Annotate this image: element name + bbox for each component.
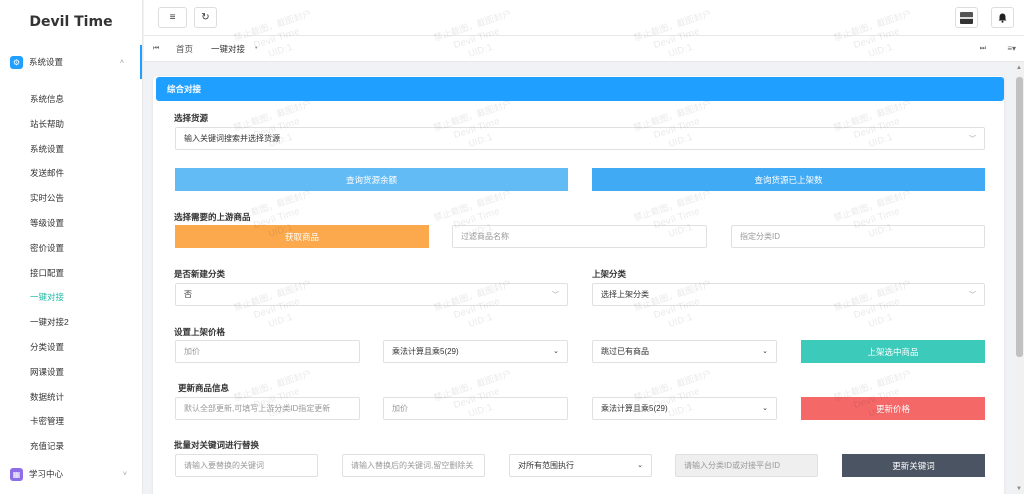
tabs-prev-icon[interactable]: ⏮: [153, 45, 159, 53]
source-label: 选择货源: [174, 113, 209, 123]
keyword-find-input[interactable]: [175, 454, 318, 477]
scroll-down-icon[interactable]: ▼: [1016, 486, 1022, 492]
upstream-label: 选择需要的上游商品: [174, 212, 251, 222]
update-label: 更新商品信息: [178, 383, 230, 393]
keyword-replace-input[interactable]: [342, 454, 485, 477]
avatar-image: [960, 11, 973, 24]
shelf-category-select[interactable]: 选择上架分类 ﹀: [592, 283, 985, 306]
keyword-scope-value: 对所有范围执行: [518, 461, 574, 470]
sidebar-item-system-info[interactable]: 系统信息: [0, 87, 142, 112]
chevron-down-icon: ﹀: [969, 292, 976, 299]
refresh-button[interactable]: ↻: [194, 7, 217, 28]
sidebar-item-one-click-dock-2[interactable]: 一键对接2: [0, 310, 142, 335]
sidebar-item-one-click-dock[interactable]: 一键对接: [0, 285, 142, 310]
menu-toggle-button[interactable]: ≡: [158, 7, 187, 28]
existing-goods-value: 跳过已有商品: [601, 347, 649, 356]
sidebar-item-announcement[interactable]: 实时公告: [0, 186, 142, 211]
tabs-next-icon[interactable]: ⏭: [980, 45, 986, 53]
update-price-button[interactable]: 更新价格: [801, 397, 985, 420]
shelve-selected-button[interactable]: 上架选中商品: [801, 340, 985, 363]
query-balance-button[interactable]: 查询货源余额: [175, 168, 568, 191]
sidebar-item-category-settings[interactable]: 分类设置: [0, 335, 142, 360]
tab-close-icon[interactable]: •: [255, 45, 257, 52]
update-keywords-button[interactable]: 更新关键词: [842, 454, 985, 477]
tab-home[interactable]: 首页: [176, 43, 193, 55]
shelf-category-label: 上架分类: [592, 269, 627, 279]
gear-icon: ⚙: [10, 55, 23, 69]
keywords-label: 批量对关键词进行替换: [174, 440, 260, 450]
sidebar-item-course-settings[interactable]: 网课设置: [0, 360, 142, 385]
update-method-value: 乘法计算且乘5(29): [601, 404, 668, 413]
page-scrollbar[interactable]: ▲ ▼: [1015, 62, 1024, 494]
chevron-down-icon: ⌄: [553, 348, 559, 355]
new-category-label: 是否新建分类: [174, 269, 226, 279]
update-ids-input[interactable]: [175, 397, 360, 420]
tabs-bar: ⏮ 首页 一键对接 • ⏭ ≡▾: [144, 36, 1024, 62]
tab-one-click-dock[interactable]: 一键对接: [211, 43, 245, 55]
avatar[interactable]: [955, 7, 978, 28]
menu-group-system-settings[interactable]: ⚙ 系统设置 ˄: [0, 45, 142, 79]
sidebar-item-recharge-records[interactable]: 充值记录: [0, 434, 142, 459]
chevron-down-icon: ﹀: [552, 292, 559, 299]
scroll-up-icon[interactable]: ▲: [1016, 65, 1022, 71]
hamburger-icon: ≡: [169, 12, 176, 23]
price-label: 设置上架价格: [174, 327, 226, 337]
chevron-down-icon: ⌄: [637, 462, 643, 469]
submenu-system: 系统信息 站长帮助 系统设置 发送邮件 实时公告 等级设置 密价设置 接口配置 …: [0, 79, 142, 459]
top-header: ≡ ↻: [144, 0, 1024, 36]
chevron-down-icon: ﹀: [969, 136, 976, 143]
sidebar-item-card-management[interactable]: 卡密管理: [0, 409, 142, 434]
price-method-select[interactable]: 乘法计算且乘5(29) ⌄: [383, 340, 568, 363]
panel-title: 综合对接: [156, 77, 1004, 101]
sidebar-item-level-settings[interactable]: 等级设置: [0, 211, 142, 236]
sidebar-item-api-config[interactable]: 接口配置: [0, 261, 142, 286]
update-method-select[interactable]: 乘法计算且乘5(29) ⌄: [592, 397, 777, 420]
sidebar-item-send-email[interactable]: 发送邮件: [0, 161, 142, 186]
source-select-value: 输入关键词搜索并选择货源: [184, 134, 280, 143]
new-category-value: 否: [184, 290, 192, 299]
category-id-input[interactable]: [731, 225, 985, 248]
update-markup-input[interactable]: [383, 397, 568, 420]
filter-goods-input[interactable]: [452, 225, 707, 248]
chevron-down-icon: ⌄: [762, 348, 768, 355]
notification-button[interactable]: [991, 7, 1014, 28]
chevron-down-icon: ⌄: [762, 405, 768, 412]
scrollbar-thumb[interactable]: [1016, 77, 1023, 357]
source-select[interactable]: 输入关键词搜索并选择货源 ﹀: [175, 127, 985, 150]
sidebar-item-admin-help[interactable]: 站长帮助: [0, 112, 142, 137]
price-method-value: 乘法计算且乘5(29): [392, 347, 459, 356]
chevron-down-icon: ˅: [122, 470, 127, 478]
main-panel: 综合对接 选择货源 输入关键词搜索并选择货源 ﹀ 查询货源余额 查询货源已上架数…: [153, 76, 1004, 494]
sidebar-item-system-settings[interactable]: 系统设置: [0, 137, 142, 162]
menu-group-learning-center[interactable]: ▦ 学习中心 ˅: [0, 457, 143, 491]
refresh-icon: ↻: [201, 12, 210, 23]
shelf-category-value: 选择上架分类: [601, 290, 649, 299]
chevron-up-icon: ˄: [119, 58, 124, 66]
menu-group-label: 学习中心: [29, 469, 64, 479]
menu-group-label: 系统设置: [29, 57, 64, 67]
sidebar: Devil Time ⚙ 系统设置 ˄ 系统信息 站长帮助 系统设置 发送邮件 …: [0, 0, 143, 494]
bell-icon: [998, 13, 1007, 23]
grid-icon: ▦: [10, 467, 23, 481]
keyword-scope-select[interactable]: 对所有范围执行 ⌄: [509, 454, 652, 477]
keyword-ids-input[interactable]: [675, 454, 818, 477]
sidebar-item-statistics[interactable]: 数据统计: [0, 385, 142, 410]
existing-goods-select[interactable]: 跳过已有商品 ⌄: [592, 340, 777, 363]
query-listed-button[interactable]: 查询货源已上架数: [592, 168, 985, 191]
brand-title: Devil Time: [29, 14, 113, 30]
fetch-goods-button[interactable]: 获取商品: [175, 225, 429, 248]
sidebar-item-secret-price[interactable]: 密价设置: [0, 236, 142, 261]
new-category-select[interactable]: 否 ﹀: [175, 283, 568, 306]
tabs-more-icon[interactable]: ≡▾: [1007, 44, 1016, 53]
price-markup-input[interactable]: [175, 340, 360, 363]
